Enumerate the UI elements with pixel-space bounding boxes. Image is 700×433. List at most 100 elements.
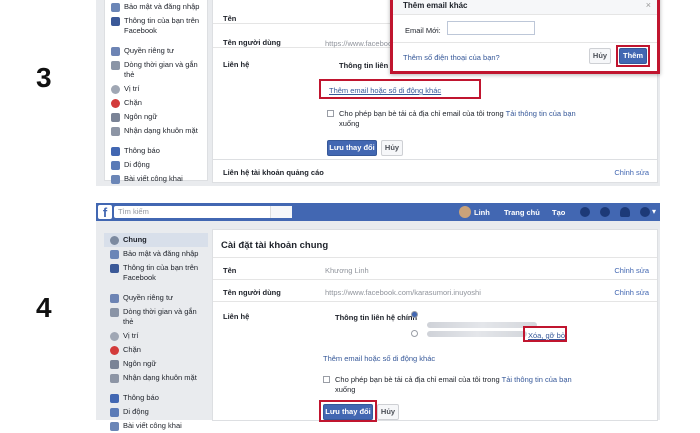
primary-radio[interactable] <box>411 311 418 318</box>
dialog-title: Thêm email khác <box>403 1 468 10</box>
username-value: https://www.facebook <box>325 39 396 48</box>
timeline-icon <box>111 61 120 70</box>
location-icon <box>111 85 120 94</box>
sidebar-item-general[interactable]: Chung <box>104 233 208 247</box>
search-placeholder: Tìm kiếm <box>118 207 149 216</box>
face-icon <box>111 127 120 136</box>
ads-contact-label: Liên hệ tài khoản quảng cáo <box>223 168 324 177</box>
facebook-logo-icon[interactable]: f <box>98 205 112 220</box>
sidebar-item-timeline[interactable]: Dòng thời gian và gắn thẻ <box>104 305 208 329</box>
allow-download-checkbox[interactable] <box>323 376 330 383</box>
edit-ads-contact-link[interactable]: Chỉnh sửa <box>614 168 649 177</box>
secondary-radio[interactable] <box>411 330 418 337</box>
edit-username-link[interactable]: Chỉnh sửa <box>614 288 649 297</box>
allow-download-checkbox[interactable] <box>327 110 334 117</box>
sidebar-item-language[interactable]: Ngôn ngữ <box>104 357 208 371</box>
sidebar-item-blocking[interactable]: Chặn <box>104 343 208 357</box>
search-icon[interactable] <box>270 206 292 218</box>
cancel-button[interactable]: Hủy <box>377 404 399 420</box>
friends-icon[interactable] <box>580 207 590 217</box>
notifications-icon[interactable] <box>620 207 630 217</box>
highlight-remove <box>523 326 567 342</box>
username-row: Tên người dùng https://www.facebook.com/… <box>213 280 657 302</box>
sidebar-item-public-posts[interactable]: Bài viết công khai <box>105 172 207 186</box>
sidebar-item-mobile[interactable]: Di động <box>105 158 207 172</box>
block-icon <box>110 346 119 355</box>
sidebar-item-location[interactable]: Vị trí <box>105 82 207 96</box>
highlight-add-button <box>616 45 650 67</box>
contact-label: Liên hệ <box>223 60 250 69</box>
sidebar-item-blocking[interactable]: Chặn <box>105 96 207 110</box>
public-posts-icon <box>111 175 120 184</box>
sidebar-item-notifications[interactable]: Thông báo <box>104 391 208 405</box>
step-number-3: 3 <box>36 62 52 93</box>
profile-name-link[interactable]: Linh <box>474 208 490 217</box>
add-email-link[interactable]: Thêm email hoặc số di động khác <box>323 354 435 363</box>
sidebar-item-timeline[interactable]: Dòng thời gian và gắn thẻ <box>105 58 207 82</box>
save-changes-button[interactable]: Lưu thay đổi <box>327 140 377 156</box>
block-icon <box>111 99 120 108</box>
download-info-link[interactable]: Tải thông tin của bạn <box>502 375 572 384</box>
general-settings-content: Cài đặt tài khoản chung Tên Khương Linh … <box>212 229 658 422</box>
sidebar-item-face[interactable]: Nhận dạng khuôn mặt <box>104 371 208 385</box>
add-phone-link[interactable]: Thêm số điện thoại của bạn? <box>403 53 500 62</box>
sidebar-item-your-info[interactable]: Thông tin của bạn trên Facebook <box>104 261 208 285</box>
step-number-4: 4 <box>36 292 52 323</box>
facebook-top-bar: f Tìm kiếm Linh Trang chủ Tạo ▾ <box>96 203 660 221</box>
sidebar-item-face[interactable]: Nhận dạng khuôn mặt <box>105 124 207 138</box>
notification-icon <box>110 394 119 403</box>
new-email-label: Email Mới: <box>405 26 441 35</box>
language-icon <box>111 113 120 122</box>
settings-sidebar: Bảo mật và đăng nhập Thông tin của bạn t… <box>104 0 208 184</box>
sidebar-item-location[interactable]: Vị trí <box>104 329 208 343</box>
cancel-button[interactable]: Hủy <box>381 140 403 156</box>
avatar[interactable] <box>459 206 471 218</box>
sidebar-item-mobile[interactable]: Di động <box>104 405 208 419</box>
timeline-icon <box>110 308 119 317</box>
name-row: Tên Khương Linh Chỉnh sửa <box>213 258 657 280</box>
sidebar-item-privacy[interactable]: Quyền riêng tư <box>104 291 208 305</box>
username-label: Tên người dùng <box>223 288 281 297</box>
lock-icon <box>111 47 120 56</box>
username-label: Tên người dùng <box>223 38 281 47</box>
messenger-icon[interactable] <box>600 207 610 217</box>
name-value: Khương Linh <box>325 266 369 275</box>
sidebar-item-language[interactable]: Ngôn ngữ <box>105 110 207 124</box>
mobile-icon <box>110 408 119 417</box>
search-box[interactable]: Tìm kiếm <box>114 206 292 218</box>
title-row: Cài đặt tài khoản chung <box>213 230 657 258</box>
sidebar-item-notifications[interactable]: Thông báo <box>105 144 207 158</box>
dialog-header: Thêm email khác × <box>393 0 657 15</box>
notification-icon <box>111 147 120 156</box>
edit-name-link[interactable]: Chỉnh sửa <box>614 266 649 275</box>
home-link[interactable]: Trang chủ <box>504 208 540 217</box>
contact-label: Liên hệ <box>223 312 250 321</box>
highlight-add-email <box>319 79 481 99</box>
step4-screenshot: Chung Bảo mật và đăng nhập Thông tin của… <box>96 221 660 431</box>
lock-icon <box>110 294 119 303</box>
highlight-save <box>319 400 377 422</box>
sidebar-item-security[interactable]: Bảo mật và đăng nhập <box>104 247 208 261</box>
contact-primary-label: Thông tin liên hệ chính <box>335 313 418 322</box>
facebook-icon <box>111 17 120 26</box>
new-email-input[interactable] <box>447 21 535 35</box>
contact-primary-label: Thông tin liên h <box>339 61 395 70</box>
sidebar-item-public-posts[interactable]: Bài viết công khai <box>104 419 208 433</box>
download-info-link[interactable]: Tải thông tin của bạn <box>506 109 576 118</box>
allow-download-text: Cho phép bạn bè tải cả địa chỉ email của… <box>339 109 576 128</box>
dialog-cancel-button[interactable]: Hủy <box>589 48 611 64</box>
step3-screenshot: Bảo mật và đăng nhập Thông tin của bạn t… <box>96 0 660 186</box>
allow-download-text: Cho phép bạn bè tải cả địa chỉ email của… <box>335 375 572 394</box>
chevron-down-icon[interactable]: ▾ <box>652 207 656 216</box>
sidebar-item-your-info[interactable]: Thông tin của bạn trên Facebook <box>105 14 207 38</box>
gear-icon <box>110 236 119 245</box>
hidden-email-1 <box>427 322 537 328</box>
sidebar-item-privacy[interactable]: Quyền riêng tư <box>105 44 207 58</box>
page-title: Cài đặt tài khoản chung <box>221 240 329 251</box>
help-icon[interactable] <box>640 207 650 217</box>
close-icon[interactable]: × <box>646 0 651 10</box>
hidden-email-2 <box>427 331 527 337</box>
create-link[interactable]: Tạo <box>552 208 565 217</box>
mobile-icon <box>111 161 120 170</box>
sidebar-item-security[interactable]: Bảo mật và đăng nhập <box>105 0 207 14</box>
